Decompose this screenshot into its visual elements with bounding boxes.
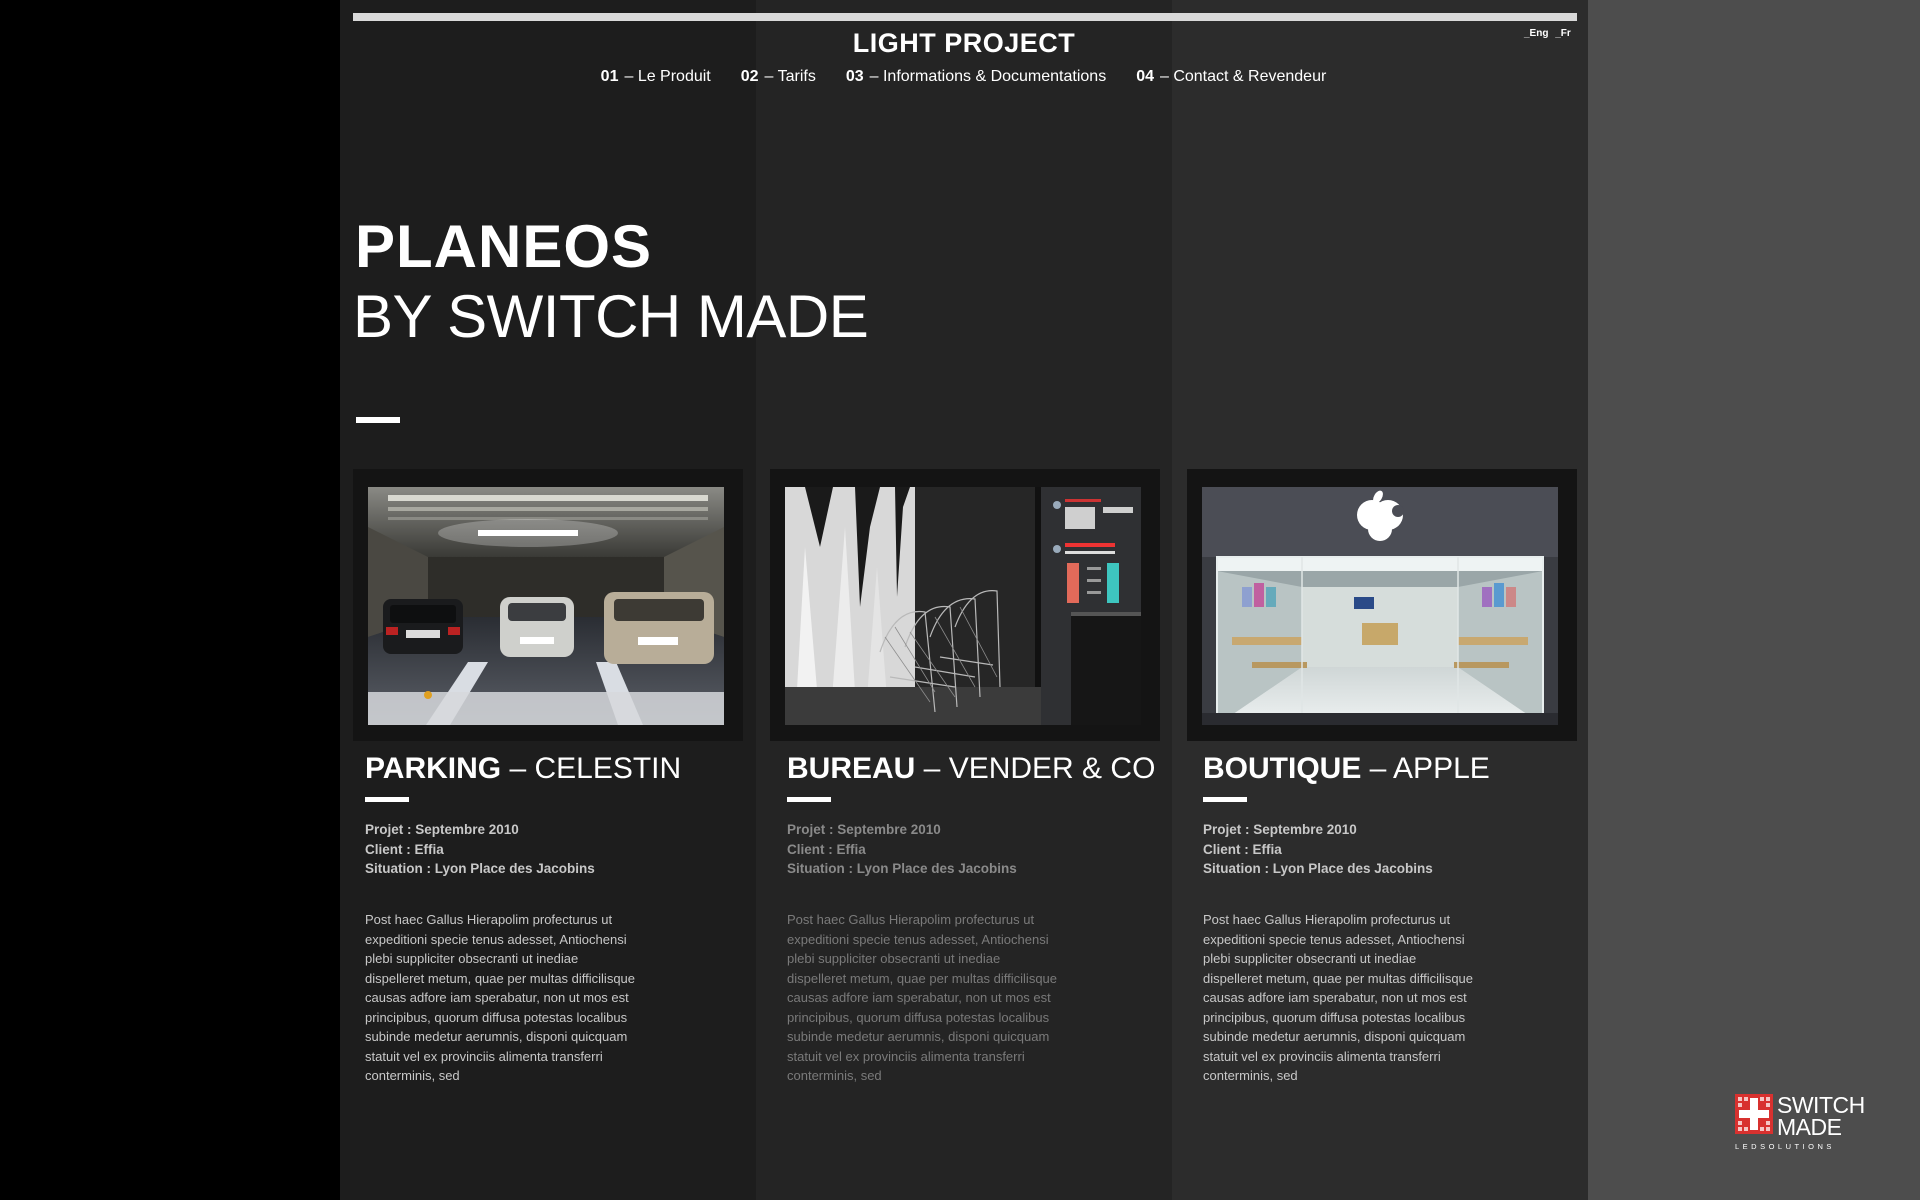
card-projet: Projet : Septembre 2010 [1203, 822, 1357, 837]
card-title-bold: BOUTIQUE [1203, 752, 1362, 785]
lang-en-link[interactable]: _Eng [1524, 28, 1548, 39]
card-meta-boutique: Projet : Septembre 2010 Client : Effia S… [1203, 820, 1433, 879]
card-meta-bureau: Projet : Septembre 2010 Client : Effia S… [787, 820, 1017, 879]
language-switcher: _Eng _Fr [1524, 28, 1575, 39]
card-title-boutique[interactable]: BOUTIQUE – APPLE [1203, 752, 1490, 786]
nav-item-label: – Informations & Documentations [869, 68, 1107, 85]
nav-item-tarifs[interactable]: 02 – Tarifs [741, 68, 816, 86]
background-right [1588, 0, 1920, 1200]
hero-subtitle: BY SWITCH MADE [353, 283, 869, 350]
switch-made-logo[interactable]: SWITCH MADE LEDSOLUTIONS [1735, 1094, 1867, 1154]
card-projet: Projet : Septembre 2010 [787, 822, 941, 837]
nav-item-number: 03 [845, 68, 864, 85]
card-meta-parking: Projet : Septembre 2010 Client : Effia S… [365, 820, 595, 879]
logo-line-2: MADE [1777, 1114, 1842, 1140]
apple-store-photo-icon[interactable] [1202, 487, 1558, 725]
card-title-rest: – CELESTIN [501, 752, 682, 785]
top-bar [353, 13, 1577, 21]
card-situation: Situation : Lyon Place des Jacobins [787, 861, 1017, 876]
logo-tagline: LEDSOLUTIONS [1735, 1142, 1835, 1151]
card-situation: Situation : Lyon Place des Jacobins [1203, 861, 1433, 876]
nav-item-label: – Contact & Revendeur [1159, 68, 1327, 85]
card-client: Client : Effia [365, 841, 444, 857]
card-title-parking[interactable]: PARKING – CELESTIN [365, 752, 681, 786]
card-client: Client : Effia [1203, 841, 1282, 857]
hero-divider [356, 417, 400, 423]
lang-fr-link[interactable]: _Fr [1555, 28, 1571, 39]
nav-item-informations[interactable]: 03 – Informations & Documentations [846, 68, 1106, 86]
card-image-frame-boutique[interactable] [1187, 469, 1577, 741]
switch-made-logo-mark-icon [1735, 1094, 1773, 1134]
card-client: Client : Effia [787, 841, 866, 857]
hero-title: PLANEOS [355, 213, 653, 280]
page: LIGHT PROJECT _Eng _Fr 01 – Le Produit 02… [0, 0, 1920, 1200]
card-divider [1203, 797, 1247, 802]
nav-item-label: – Le Produit [624, 68, 711, 85]
card-body-parking: Post haec Gallus Hierapolim profecturus … [365, 912, 636, 1083]
background-left [0, 0, 340, 1200]
nav-item-produit[interactable]: 01 – Le Produit [601, 68, 711, 86]
card-body-bureau: Post haec Gallus Hierapolim profecturus … [787, 912, 1058, 1083]
main-nav: 01 – Le Produit 02 – Tarifs 03 – Informatio… [340, 68, 1437, 86]
office-chairs-photo-icon[interactable] [785, 487, 1141, 725]
nav-item-contact[interactable]: 04 – Contact & Revendeur [1136, 68, 1326, 86]
card-title-bold: BUREAU [787, 752, 916, 785]
card-body-boutique: Post haec Gallus Hierapolim profecturus … [1203, 912, 1474, 1083]
nav-item-number: 04 [1136, 68, 1154, 85]
logo-wordmark: SWITCH MADE [1777, 1092, 1865, 1140]
card-image-frame-parking[interactable] [353, 469, 743, 741]
nav-item-number: 02 [740, 68, 759, 85]
logo-line-1: SWITCH [1777, 1092, 1865, 1118]
card-divider [365, 797, 409, 802]
card-projet: Projet : Septembre 2010 [365, 822, 519, 837]
card-title-rest: – APPLE [1361, 752, 1490, 785]
card-divider [787, 797, 831, 802]
card-title-rest: – VENDER & CO [915, 752, 1156, 785]
card-situation: Situation : Lyon Place des Jacobins [365, 861, 595, 876]
card-title-bureau[interactable]: BUREAU – VENDER & CO [787, 752, 1155, 786]
site-title[interactable]: LIGHT PROJECT [340, 28, 1588, 59]
nav-item-label: – Tarifs [764, 68, 816, 85]
nav-item-number: 01 [600, 68, 619, 85]
card-image-frame-bureau[interactable] [770, 469, 1160, 741]
card-title-bold: PARKING [365, 752, 502, 785]
parking-garage-photo-icon[interactable] [368, 487, 724, 725]
